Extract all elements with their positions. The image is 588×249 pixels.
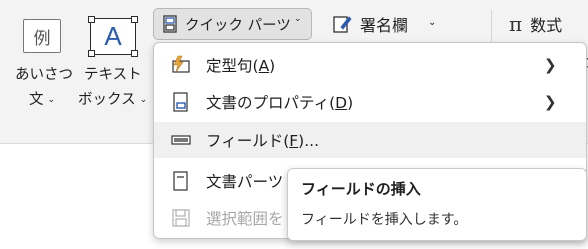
- chevron-right-icon: ❯: [544, 93, 557, 111]
- textbox-icon: A: [88, 16, 138, 57]
- signature-line-button[interactable]: 署名欄 ⌄: [333, 8, 436, 40]
- textbox-label-line2: ボックス ⌄: [78, 92, 148, 108]
- menu-item-label: 定型句(A): [206, 57, 276, 75]
- chevron-right-icon: ❯: [544, 56, 557, 74]
- quick-parts-icon: [163, 15, 177, 33]
- greeting-label-line1: あいさつ: [15, 67, 73, 83]
- chevron-down-icon: ⌄: [294, 14, 302, 24]
- chevron-down-icon: ⌄: [139, 95, 148, 105]
- field-icon: [171, 130, 191, 150]
- tooltip-title: フィールドの挿入: [301, 180, 421, 198]
- menu-item-autotext[interactable]: 定型句(A) ❯: [154, 47, 586, 83]
- textbox-label-line1: テキスト: [84, 67, 142, 83]
- chevron-down-icon: ⌄: [428, 16, 437, 28]
- menu-item-label: 文書のプロパティ(D): [206, 94, 354, 112]
- menu-item-label: 文書パーツ: [206, 173, 284, 191]
- autotext-icon: [171, 55, 191, 75]
- equation-label: 数式: [530, 16, 563, 35]
- greeting-icon: 例: [23, 19, 61, 53]
- document-property-icon: [171, 92, 191, 112]
- quick-parts-label: クイック パーツ: [185, 17, 291, 34]
- signature-label: 署名欄: [360, 16, 409, 35]
- menu-item-label: 選択範囲を: [206, 210, 284, 228]
- tooltip-description: フィールドを挿入します。: [301, 212, 468, 228]
- menu-item-document-property[interactable]: 文書のプロパティ(D) ❯: [154, 84, 586, 120]
- save-icon: [171, 208, 191, 228]
- greeting-label-line2: 文 ⌄: [29, 92, 56, 108]
- field-tooltip: フィールドの挿入 フィールドを挿入します。: [287, 168, 587, 241]
- equation-button[interactable]: π 数式: [509, 8, 562, 40]
- chevron-down-icon: ⌄: [47, 95, 56, 105]
- pi-icon: π: [509, 12, 523, 36]
- menu-item-label: フィールド(F)...: [206, 132, 319, 150]
- building-blocks-icon: [171, 171, 191, 191]
- menu-item-field[interactable]: フィールド(F)...: [154, 122, 586, 158]
- quick-parts-button[interactable]: クイック パーツ ⌄: [153, 8, 312, 40]
- signature-pen-icon: [333, 14, 353, 34]
